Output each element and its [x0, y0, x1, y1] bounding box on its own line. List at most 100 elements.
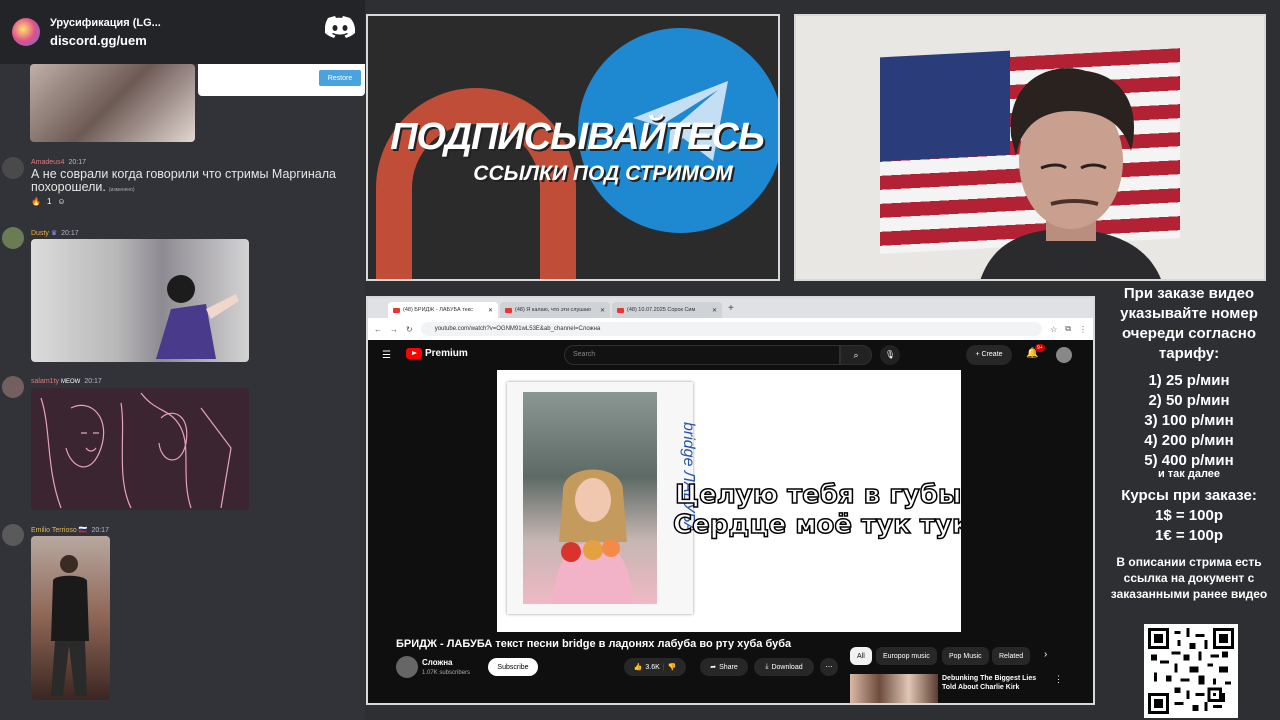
attachment-gif[interactable]	[31, 239, 249, 362]
attachment-gif[interactable]	[31, 388, 249, 510]
youtube-play-icon	[406, 348, 422, 359]
reaction-count: 1	[46, 197, 52, 206]
gif-figure	[156, 275, 239, 359]
avatar[interactable]	[2, 227, 24, 249]
rates-title: Курсы при заказе:	[1121, 487, 1257, 504]
download-label: Download	[771, 663, 803, 671]
browser-tab[interactable]: (48) БРИДЖ - ЛАБУБА текс ✕	[388, 302, 498, 318]
create-button[interactable]: + Create	[966, 345, 1012, 365]
avatar[interactable]	[2, 524, 24, 546]
tab-label: (48) Я калаю, что эти слушаю	[515, 307, 591, 313]
star-icon[interactable]: ☆	[1050, 325, 1057, 334]
edited-label: (изменено)	[108, 187, 135, 193]
browser-tab[interactable]: (48) Я калаю, что эти слушаю ✕	[500, 302, 610, 318]
message-author[interactable]: salam1ty MEOW 20:17	[31, 378, 102, 385]
message-text: А не соврали когда говорили что стримы М…	[31, 168, 363, 197]
create-label: Create	[981, 351, 1003, 358]
more-vert-icon[interactable]: ⋮	[1054, 674, 1063, 685]
tariff-item: 4) 200 р/мин	[1144, 432, 1234, 449]
extensions-icon[interactable]: ⧉	[1065, 324, 1071, 334]
message-body: А не соврали когда говорили что стримы М…	[31, 167, 337, 194]
video-player[interactable]: bridge ЛАБУБА Целую тебя в губы Сердце м…	[497, 370, 961, 632]
message-time: 20:17	[84, 378, 102, 385]
download-button[interactable]: ⤓ Download	[754, 658, 814, 676]
subscribe-button[interactable]: Subscribe	[488, 658, 538, 676]
message-author[interactable]: Amadeus4 20:17	[31, 159, 86, 166]
message-author[interactable]: Emilio Terrioso 🇷🇺 20:17	[31, 526, 109, 534]
discord-logo-icon	[325, 16, 355, 38]
mic-icon[interactable]: 🎙	[880, 345, 900, 365]
avatar[interactable]	[2, 157, 24, 179]
close-icon[interactable]: ✕	[488, 307, 493, 314]
server-name: Урусификация (LG...	[50, 16, 161, 29]
address-bar: ← → ↻ youtube.com/watch?v=OGNM91wL53E&ab…	[368, 318, 1093, 340]
recommended-thumbnail[interactable]	[850, 674, 938, 703]
hamburger-menu-icon[interactable]: ☰	[382, 350, 391, 361]
author-name[interactable]: Dusty	[31, 230, 49, 237]
thumbs-down-icon[interactable]: 👎	[668, 663, 677, 671]
avatar[interactable]	[2, 376, 24, 398]
author-name[interactable]: salam1ty	[31, 378, 59, 385]
polaroid-frame: bridge ЛАБУБА	[507, 382, 697, 614]
message-time: 20:17	[61, 230, 79, 237]
attachment-image[interactable]	[30, 64, 195, 142]
restore-button[interactable]: Restore	[319, 70, 361, 86]
promo-subtitle: ССЫЛКИ ПОД СТРИМОМ	[473, 162, 733, 185]
promo-banner: ПОДПИСЫВАЙТЕСЬ ССЫЛКИ ПОД СТРИМОМ	[366, 14, 780, 281]
menu-dots-icon[interactable]: ⋮	[1079, 325, 1087, 334]
close-icon[interactable]: ✕	[600, 307, 605, 314]
close-icon[interactable]: ✕	[712, 307, 717, 314]
new-tab-icon[interactable]: +	[728, 303, 734, 314]
fire-emoji-icon: 🔥	[31, 197, 41, 206]
like-dislike-button[interactable]: 👍 3.6K | 👎	[624, 658, 686, 676]
attachment-gif[interactable]	[31, 536, 110, 700]
invite-link[interactable]: discord.gg/uem	[50, 33, 161, 48]
channel-name[interactable]: Сложна	[422, 658, 453, 667]
channel-subscribers: 1.07K subscribers	[422, 670, 471, 676]
author-name[interactable]: Emilio Terrioso	[31, 527, 77, 534]
message-author[interactable]: Dusty ♛ 20:17	[31, 229, 79, 237]
author-name[interactable]: Amadeus4	[31, 159, 64, 166]
forward-icon[interactable]: →	[390, 325, 398, 334]
message-time: 20:17	[91, 527, 109, 534]
chip-europop[interactable]: Europop music	[876, 647, 937, 665]
chip-pop[interactable]: Pop Music	[942, 647, 989, 665]
share-button[interactable]: ➦ Share	[700, 658, 748, 676]
man-figure	[51, 555, 89, 696]
share-label: Share	[719, 663, 738, 671]
search-input[interactable]: Search	[564, 345, 840, 365]
browser-window: (48) БРИДЖ - ЛАБУБА текс ✕ (48) Я калаю,…	[366, 296, 1095, 705]
tariff-item: 3) 100 р/мин	[1144, 412, 1234, 429]
reaction-bar[interactable]: 🔥 1 ☺	[31, 197, 66, 206]
channel-avatar[interactable]	[396, 656, 418, 678]
server-icon[interactable]	[12, 18, 40, 46]
webcam-feed	[794, 14, 1266, 281]
discord-overlay: Урусификация (LG... discord.gg/uem Resto…	[0, 0, 365, 720]
tariff-etc: и так далее	[1157, 468, 1221, 480]
youtube-logo[interactable]: Premium	[406, 348, 468, 359]
photo	[523, 392, 657, 604]
youtube-header: ☰ Premium Search ⌕ 🎙 + Create 🔔 9+	[368, 340, 1093, 370]
back-icon[interactable]: ←	[374, 325, 382, 334]
reload-icon[interactable]: ↻	[406, 325, 413, 334]
qr-pattern	[1148, 628, 1234, 714]
search-icon[interactable]: ⌕	[840, 345, 872, 365]
url-field[interactable]: youtube.com/watch?v=OGNM91wL53E&ab_chann…	[420, 322, 1043, 336]
girl-figure	[553, 469, 633, 604]
chip-related[interactable]: Related	[992, 647, 1031, 665]
thumbs-up-icon[interactable]: 👍	[634, 663, 643, 671]
rate-usd: 1$ = 100р	[1155, 507, 1223, 524]
recommended-title[interactable]: Debunking The Biggest Lies Told About Ch…	[942, 674, 1052, 692]
tab-strip: (48) БРИДЖ - ЛАБУБА текс ✕ (48) Я калаю,…	[368, 298, 1093, 318]
flag-icon: 🇷🇺	[78, 527, 88, 534]
more-actions-icon[interactable]: ⋯	[820, 658, 838, 676]
notification-badge: 9+	[1035, 344, 1045, 352]
add-reaction-icon[interactable]: ☺	[57, 197, 65, 206]
account-avatar[interactable]	[1056, 347, 1072, 363]
role-badge: MEOW	[60, 379, 81, 385]
browser-tab[interactable]: (48) 10.07.2025 Сорок Сим ✕	[612, 302, 722, 318]
chevron-right-icon[interactable]: ›	[1044, 649, 1047, 660]
youtube-favicon-icon	[505, 307, 512, 313]
chip-all[interactable]: All	[850, 647, 872, 665]
anime-sketch	[40, 392, 232, 509]
